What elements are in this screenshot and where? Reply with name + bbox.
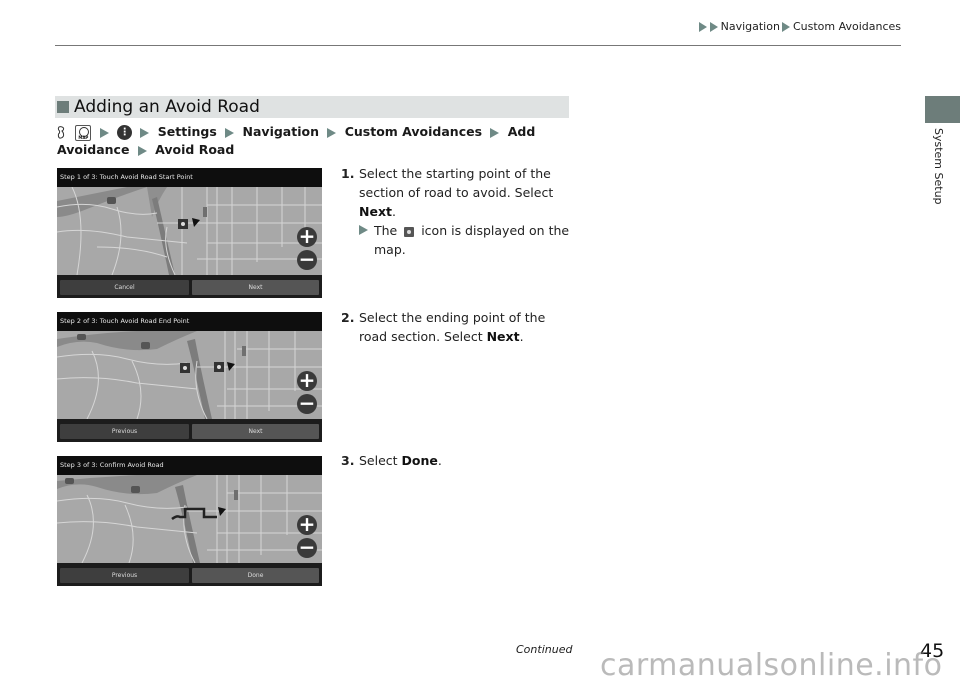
step-text: Select [359, 453, 402, 468]
screen-step-2: Step 2 of 3: Touch Avoid Road End Point … [57, 312, 322, 442]
zoom-in-button[interactable]: + [297, 370, 317, 391]
zoom-out-button[interactable]: − [297, 393, 317, 414]
arrow-icon [781, 21, 790, 32]
voice-command-icon [57, 126, 65, 139]
arrow-icon [709, 21, 718, 32]
path-custom-avoidances: Custom Avoidances [344, 124, 483, 139]
step-number: 1. [341, 166, 355, 181]
step-note: The icon is displayed on the map. [359, 221, 577, 259]
path-settings: Settings [157, 124, 217, 139]
arrow-icon [99, 127, 109, 138]
screen-title: Step 3 of 3: Confirm Avoid Road [57, 456, 322, 475]
side-tab-label: System Setup [932, 128, 945, 205]
step-2: 2. Select the ending point of the road s… [341, 308, 577, 346]
step-number: 2. [341, 310, 355, 325]
done-button[interactable]: Done [192, 568, 319, 583]
screen-step-3: Step 3 of 3: Confirm Avoid Road + − Prev… [57, 456, 322, 586]
screen-title: Step 2 of 3: Touch Avoid Road End Point [57, 312, 322, 331]
next-button[interactable]: Next [192, 280, 319, 295]
previous-button[interactable]: Previous [60, 424, 189, 439]
breadcrumb-navigation[interactable]: Navigation [721, 20, 780, 33]
breadcrumb: Navigation Custom Avoidances [698, 20, 901, 33]
step-text-end: . [437, 453, 442, 468]
map-button-icon: MAP [75, 124, 92, 141]
breadcrumb-custom-avoidances[interactable]: Custom Avoidances [793, 20, 901, 33]
note-text: The [374, 223, 402, 238]
previous-button[interactable]: Previous [60, 568, 189, 583]
section-header: Adding an Avoid Road [55, 96, 569, 118]
step-bold: Next [359, 204, 392, 219]
map-view[interactable]: + − [57, 331, 322, 419]
arrow-icon [490, 127, 500, 138]
section-square-icon [57, 101, 69, 113]
arrow-icon [698, 21, 707, 32]
screen-step-1: Step 1 of 3: Touch Avoid Road Start Poin… [57, 168, 322, 298]
zoom-in-button[interactable]: + [297, 514, 317, 535]
map-graphic [57, 187, 322, 275]
button-bar: Previous Next [57, 419, 322, 442]
zoom-out-button[interactable]: − [297, 537, 317, 558]
step-1: 1. Select the starting point of the sect… [341, 164, 577, 259]
arrow-icon [327, 127, 337, 138]
step-3: 3. Select Done. [341, 451, 577, 470]
section-title: Adding an Avoid Road [74, 97, 260, 117]
avoid-point-icon [404, 226, 415, 237]
arrow-icon [137, 145, 147, 156]
continued-label: Continued [516, 643, 573, 656]
map-view[interactable]: + − [57, 475, 322, 563]
step-text-end: . [519, 329, 524, 344]
arrow-icon [359, 225, 368, 235]
step-number: 3. [341, 453, 355, 468]
menu-path: MAP ⋮ Settings Navigation Custom Avoidan… [57, 123, 577, 159]
next-button[interactable]: Next [192, 424, 319, 439]
path-avoid-road: Avoid Road [155, 142, 235, 157]
step-text-end: . [391, 204, 396, 219]
map-view[interactable]: + − [57, 187, 322, 275]
header-divider [55, 45, 901, 46]
zoom-out-button[interactable]: − [297, 249, 317, 270]
path-navigation: Navigation [242, 124, 319, 139]
screen-title: Step 1 of 3: Touch Avoid Road Start Poin… [57, 168, 322, 187]
map-graphic [57, 475, 322, 563]
arrow-icon [225, 127, 235, 138]
zoom-in-button[interactable]: + [297, 226, 317, 247]
step-bold: Done [401, 453, 438, 468]
menu-icon: ⋮ [117, 125, 133, 140]
step-text: Select the starting point of the section… [359, 166, 554, 200]
button-bar: Previous Done [57, 563, 322, 586]
map-graphic [57, 331, 322, 419]
arrow-icon [140, 127, 150, 138]
step-bold: Next [486, 329, 520, 344]
side-tab-marker [925, 96, 960, 123]
button-bar: Cancel Next [57, 275, 322, 298]
cancel-button[interactable]: Cancel [60, 280, 189, 295]
